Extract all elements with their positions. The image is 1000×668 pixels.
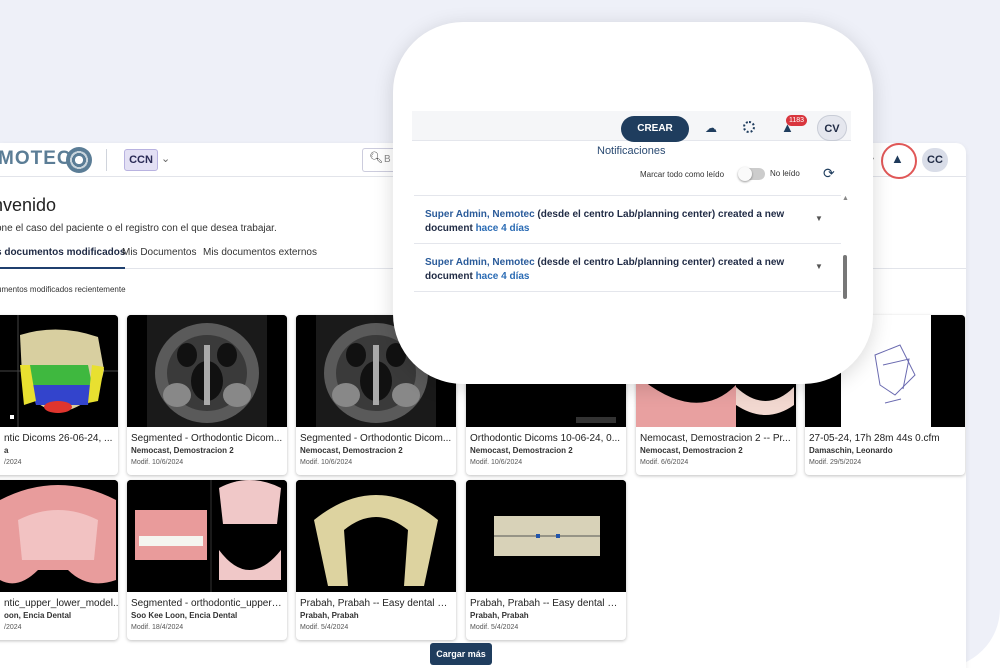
card-date: Modif. 29/5/2024	[809, 459, 862, 466]
sync-icon[interactable]	[743, 121, 755, 133]
document-card[interactable]: Segmented - orthodontic_upper_... Soo Ke…	[127, 480, 287, 640]
card-title: ntic Dicoms 26-06-24, ...	[4, 433, 113, 444]
card-title: Orthodontic Dicoms 10-06-24, 0...	[470, 433, 621, 444]
load-more-button[interactable]: Cargar más	[430, 643, 492, 665]
tab-recent-documents[interactable]: s documentos modificados	[0, 247, 126, 269]
card-date: Modif. 10/6/2024	[131, 459, 184, 466]
document-card[interactable]: Segmented - Orthodontic Dicom... Nemocas…	[127, 315, 287, 475]
card-title: Segmented - Orthodontic Dicom...	[131, 433, 283, 444]
card-owner: Soo Kee Loon, Encia Dental	[131, 611, 238, 620]
card-owner: Damaschin, Leonardo	[809, 446, 893, 455]
document-card[interactable]: Prabah, Prabah -- Easy dental Co... Prab…	[296, 480, 456, 640]
thumbnail-arch-beige	[296, 480, 456, 592]
card-owner: Prabah, Prabah	[300, 611, 359, 620]
chevron-down-icon[interactable]: ⌄	[161, 152, 170, 165]
tab-my-documents[interactable]: Mis Documentos	[122, 247, 196, 269]
card-owner: Nemocast, Demostracion 2	[300, 446, 403, 455]
scrollbar-thumb[interactable]	[843, 255, 847, 299]
card-date: /2024	[4, 459, 22, 466]
toggle-knob	[738, 167, 752, 181]
card-title: Prabah, Prabah -- Easy dental Co...	[470, 598, 624, 609]
card-owner: a	[4, 446, 9, 455]
card-owner: oon, Encia Dental	[4, 611, 72, 620]
search-icon: 🔍︎	[369, 152, 383, 164]
card-owner: Prabah, Prabah	[470, 611, 529, 620]
card-date: Modif. 10/6/2024	[470, 459, 523, 466]
card-owner: Nemocast, Demostracion 2	[640, 446, 743, 455]
chevron-down-icon[interactable]: ▼	[815, 214, 823, 223]
card-title: 27-05-24, 17h 28m 44s 0.cfm	[809, 433, 940, 444]
page-subtitle: one el caso del paciente o el registro c…	[0, 223, 277, 234]
card-owner: Nemocast, Demostracion 2	[470, 446, 573, 455]
card-title: Prabah, Prabah -- Easy dental Co...	[300, 598, 454, 609]
notification-text: Super Admin, Nemotec (desde el centro La…	[425, 257, 785, 282]
thumbnail-arch-pink	[0, 480, 118, 592]
notifications-button[interactable]: ▲	[881, 143, 917, 179]
notification-item[interactable]: Super Admin, Nemotec (desde el centro La…	[414, 196, 841, 244]
thumbnail-skull-3d	[0, 315, 118, 427]
chevron-down-icon[interactable]: ▼	[815, 262, 823, 271]
card-date: /2024	[4, 624, 22, 631]
card-date: Modif. 6/6/2024	[640, 459, 689, 466]
section-label: umentos modificados recientemente	[0, 285, 126, 294]
card-title: Segmented - Orthodontic Dicom...	[300, 433, 452, 444]
mark-all-read-link[interactable]: Marcar todo como leído	[640, 170, 724, 179]
notifications-callout: CREAR ☁ ▲ 1183 CV Notificaciones Marcar …	[393, 22, 873, 384]
notification-count-badge: 1183	[786, 115, 808, 126]
avatar[interactable]: CV	[817, 115, 847, 141]
document-card[interactable]: ntic Dicoms 26-06-24, ... a /2024	[0, 315, 118, 475]
notification-item[interactable]: Super Admin, Nemotec (desde el centro La…	[414, 244, 841, 292]
notifications-panel: CREAR ☁ ▲ 1183 CV Notificaciones Marcar …	[412, 111, 851, 299]
thumbnail-ct-scan	[127, 315, 287, 427]
card-title: Segmented - orthodontic_upper_...	[131, 598, 285, 609]
card-date: Modif. 10/6/2024	[300, 459, 353, 466]
card-date: Modif. 18/4/2024	[131, 624, 184, 631]
workspace-selector[interactable]: CCN	[124, 149, 158, 171]
logo-text: MOTEC	[0, 148, 72, 169]
search-placeholder: B	[384, 154, 391, 165]
bell-icon: ▲	[891, 151, 904, 166]
refresh-icon[interactable]: ⟳	[823, 165, 835, 182]
card-title: Nemocast, Demostracion 2 -- Pr...	[640, 433, 791, 444]
notification-list: Super Admin, Nemotec (desde el centro La…	[414, 195, 841, 299]
callout-toolbar: CREAR ☁ ▲ 1183 CV	[412, 111, 851, 142]
scrollbar[interactable]: ▲	[841, 195, 849, 299]
logo-icon	[66, 147, 92, 173]
notifications-title: Notificaciones	[597, 145, 666, 157]
avatar[interactable]: CC	[922, 148, 948, 172]
page-title: nvenido	[0, 195, 57, 215]
card-owner: Nemocast, Demostracion 2	[131, 446, 234, 455]
create-button[interactable]: CREAR	[621, 116, 689, 142]
card-date: Modif. 5/4/2024	[300, 624, 349, 631]
unread-label: No leído	[770, 169, 800, 178]
scroll-up-icon[interactable]: ▲	[842, 195, 849, 202]
thumbnail-front-teeth	[466, 480, 626, 592]
unread-toggle[interactable]	[738, 167, 765, 181]
document-card[interactable]: ntic_upper_lower_model... oon, Encia Den…	[0, 480, 118, 640]
document-card[interactable]: Prabah, Prabah -- Easy dental Co... Prab…	[466, 480, 626, 640]
divider	[106, 149, 107, 171]
thumbnail-multi-teeth	[127, 480, 287, 592]
card-date: Modif. 5/4/2024	[470, 624, 519, 631]
tab-external-documents[interactable]: Mis documentos externos	[203, 247, 317, 269]
notification-text: Super Admin, Nemotec (desde el centro La…	[425, 209, 785, 234]
cloud-upload-icon[interactable]: ☁	[705, 121, 717, 135]
card-title: ntic_upper_lower_model...	[4, 598, 118, 609]
